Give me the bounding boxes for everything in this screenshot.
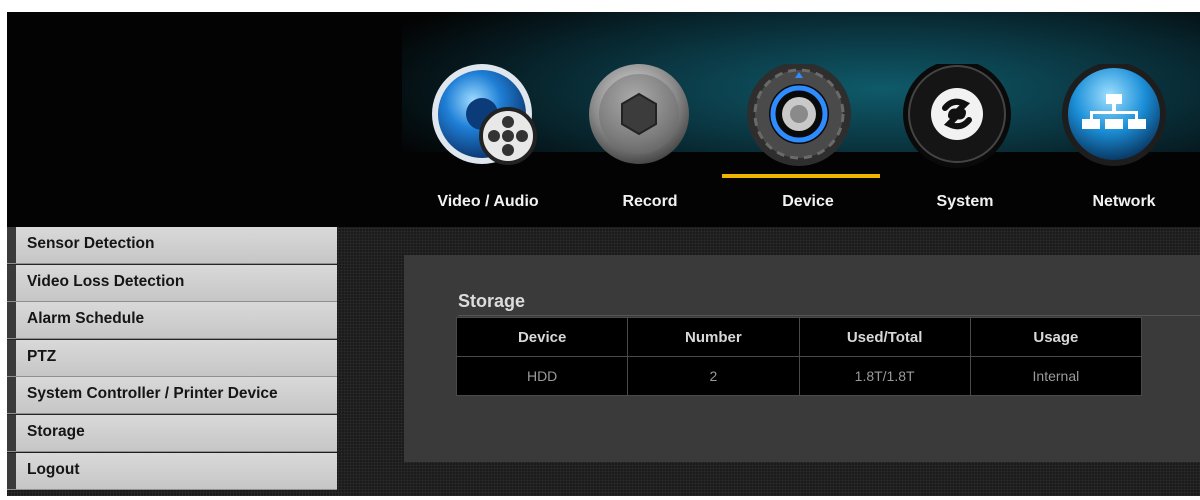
cell-usage: Internal: [969, 356, 1143, 396]
sidebar-item-logout[interactable]: Logout: [7, 452, 337, 490]
nav-system[interactable]: [895, 64, 1025, 194]
tab-video-audio[interactable]: Video / Audio: [418, 190, 558, 220]
nav-video-audio[interactable]: [420, 64, 550, 194]
cell-used-total: 1.8T/1.8T: [798, 356, 971, 396]
sidebar-item-marker: [7, 264, 16, 301]
storage-table: Device Number Used/Total Usage HDD 2 1.8…: [455, 317, 1143, 396]
sidebar-item-label: System Controller / Printer Device: [27, 385, 278, 403]
video-audio-icon: [432, 64, 537, 165]
tab-device[interactable]: Device: [738, 190, 878, 220]
column-header-used-total: Used/Total: [798, 317, 971, 357]
system-icon: [903, 64, 1011, 168]
sidebar-item-marker: [7, 339, 16, 376]
nav-record[interactable]: [577, 64, 707, 194]
column-header-number: Number: [627, 317, 800, 357]
tab-record[interactable]: Record: [580, 190, 720, 220]
sidebar-item-marker: [7, 414, 16, 451]
column-header-usage: Usage: [969, 317, 1143, 357]
sidebar-item-label: Alarm Schedule: [27, 310, 145, 328]
camera-aperture-icon: [589, 64, 689, 164]
sidebar-item-sensor-detection[interactable]: Sensor Detection: [7, 227, 337, 264]
sidebar-item-system-controller-printer[interactable]: System Controller / Printer Device: [7, 377, 337, 415]
sidebar-item-marker: [7, 302, 16, 339]
sidebar-item-label: Sensor Detection: [27, 235, 155, 252]
sidebar-item-label: Video Loss Detection: [27, 272, 185, 290]
sidebar-item-marker: [7, 227, 16, 263]
active-tab-indicator: [722, 174, 880, 178]
sidebar-item-marker: [7, 452, 16, 489]
app-window: Video / Audio Record Device System Netwo…: [7, 12, 1200, 496]
sidebar-item-video-loss-detection[interactable]: Video Loss Detection: [7, 264, 337, 302]
network-icon: [1062, 64, 1166, 166]
header: Video / Audio Record Device System Netwo…: [7, 12, 1200, 227]
storage-panel: Storage Device Number Used/Total Usage H…: [404, 255, 1200, 462]
sidebar-item-label: Logout: [27, 460, 80, 478]
table-header-row: Device Number Used/Total Usage: [455, 317, 1143, 357]
sidebar: Sensor Detection Video Loss Detection Al…: [7, 227, 337, 496]
sidebar-item-ptz[interactable]: PTZ: [7, 339, 337, 377]
nav-network[interactable]: [1052, 64, 1182, 194]
table-row: HDD 2 1.8T/1.8T Internal: [455, 356, 1143, 396]
cell-device: HDD: [455, 356, 629, 396]
sidebar-item-marker: [7, 377, 16, 414]
sidebar-item-storage[interactable]: Storage: [7, 414, 337, 452]
sidebar-item-label: Storage: [27, 422, 85, 440]
divider: [458, 315, 1200, 316]
tab-system[interactable]: System: [895, 190, 1035, 220]
column-header-device: Device: [455, 317, 629, 357]
nav-tabs: Video / Audio Record Device System Netwo…: [402, 190, 1200, 220]
tab-network[interactable]: Network: [1054, 190, 1194, 220]
sidebar-item-label: PTZ: [27, 347, 57, 365]
panel-title: Storage: [458, 291, 526, 311]
cell-number: 2: [627, 356, 800, 396]
sidebar-item-alarm-schedule[interactable]: Alarm Schedule: [7, 302, 337, 340]
